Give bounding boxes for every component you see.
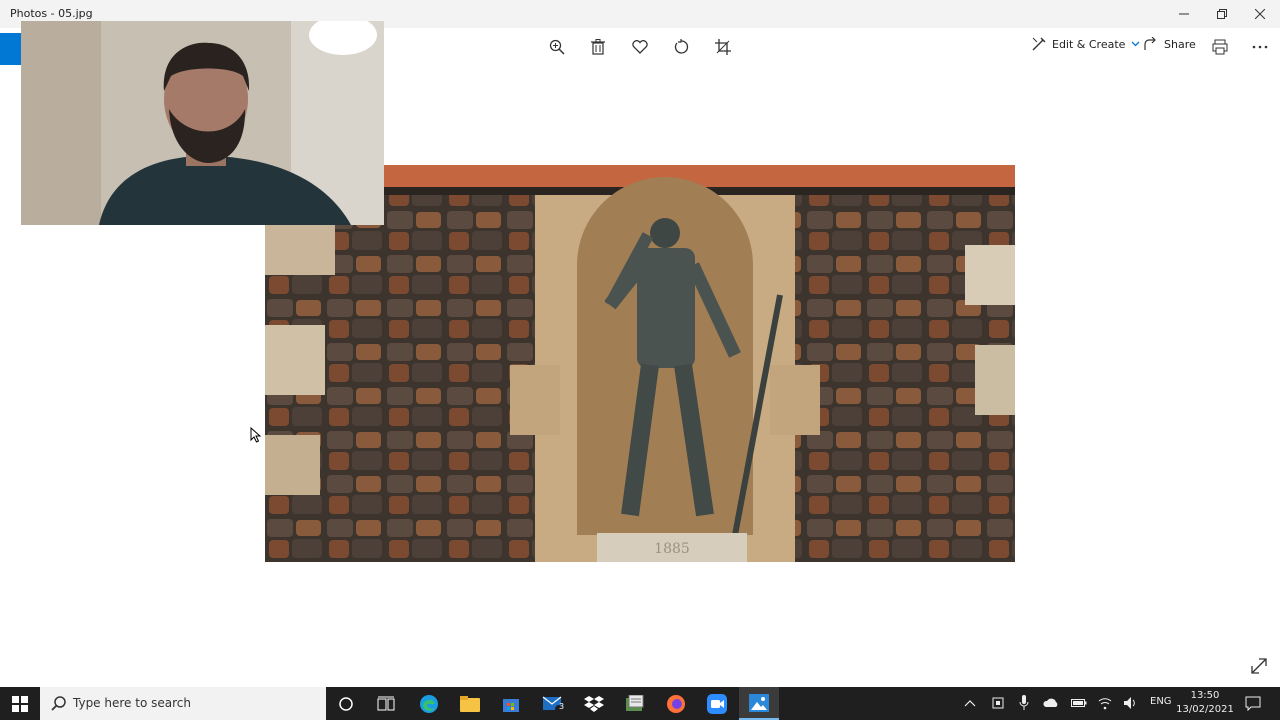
battery-icon[interactable] [1071,698,1087,708]
onedrive-icon[interactable] [1043,698,1059,708]
webcam-overlay [21,21,384,225]
close-icon [1255,9,1265,19]
zoom-app-icon[interactable] [697,687,737,720]
search-placeholder: Type here to search [73,696,191,710]
edit-create-label: Edit & Create [1052,37,1126,51]
language-indicator[interactable]: ENG [1150,696,1172,707]
microphone-icon[interactable] [1019,695,1029,711]
task-view-icon[interactable] [366,687,406,720]
mail-icon[interactable]: 3 [533,687,573,720]
close-button[interactable] [1241,0,1279,28]
clock-date: 13/02/2021 [1176,704,1234,715]
rotate-icon[interactable] [670,36,692,58]
zoom-icon[interactable] [546,36,568,58]
chevron-up-icon[interactable] [964,699,976,707]
app-side-tab[interactable] [0,33,22,65]
edit-icon [1032,37,1046,51]
minimize-icon [1179,13,1189,15]
window-title: Photos - 05.jpg [10,7,93,20]
expand-icon[interactable] [1250,657,1268,679]
chevron-down-icon [1131,41,1140,47]
windows-logo-icon [12,695,28,712]
firefox-icon[interactable] [656,687,696,720]
restore-button[interactable] [1203,0,1241,28]
start-button[interactable] [0,687,40,720]
mail-badge: 3 [559,702,565,711]
crop-icon[interactable] [712,36,734,58]
search-icon [51,696,66,711]
photos-app-icon[interactable] [739,687,779,720]
search-box[interactable]: Type here to search [40,687,326,720]
volume-icon[interactable] [1123,696,1137,710]
delete-icon[interactable] [587,36,609,58]
share-icon [1144,37,1156,50]
dropbox-icon[interactable] [574,687,614,720]
system-clock[interactable]: 13:50 13/02/2021 [1170,689,1240,717]
clock-time: 13:50 [1190,690,1220,701]
mouse-cursor [250,427,262,443]
more-icon[interactable] [1249,36,1271,58]
edge-icon[interactable] [409,687,449,720]
cortana-icon[interactable] [326,687,366,720]
print-icon[interactable] [1209,36,1231,58]
taskbar: Type here to search 3 ENG 13:50 13/02/20… [0,687,1280,720]
notification-icon[interactable] [1245,696,1261,711]
files-app-icon[interactable] [615,687,655,720]
share-label: Share [1164,37,1196,51]
wifi-icon[interactable] [1098,696,1112,710]
restore-icon [1217,9,1227,19]
edit-create-button[interactable]: Edit & Create [1032,37,1140,51]
device-icon[interactable] [992,696,1004,710]
minimize-button[interactable] [1165,0,1203,28]
store-icon[interactable] [491,687,531,720]
file-explorer-icon[interactable] [450,687,490,720]
favorite-icon[interactable] [629,36,651,58]
plaque-text: 1885 [654,541,690,557]
share-button[interactable]: Share [1144,37,1196,51]
